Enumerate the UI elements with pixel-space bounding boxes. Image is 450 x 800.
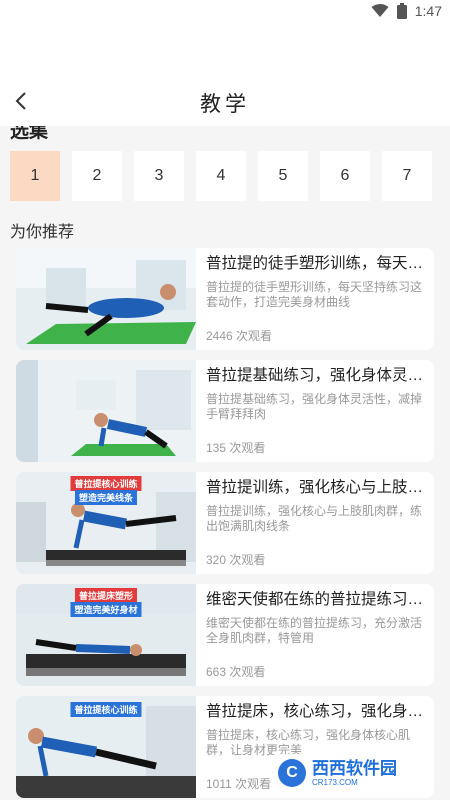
video-description: 普拉提基础练习，强化身体灵活性，减掉手臂拜拜肉 <box>206 392 423 421</box>
video-thumbnail: 普拉提床塑形 塑造完美好身材 <box>16 584 196 686</box>
video-title: 普拉提床，核心练习，强化身… <box>206 703 424 720</box>
video-title: 普拉提基础练习，强化身体灵… <box>206 367 424 384</box>
video-thumbnail <box>16 248 196 350</box>
watermark-logo: C <box>278 759 306 787</box>
episode-button[interactable]: 4 <box>196 151 246 201</box>
video-thumbnail <box>16 360 196 462</box>
content[interactable]: 选集 1 2 3 4 5 6 7 为你推荐 普拉提的徒手塑形训练，每天… 普拉提… <box>0 126 450 800</box>
video-description: 普拉提训练，强化核心与上肢肌肉群，练出饱满肌肉线条 <box>206 504 423 533</box>
video-list: 普拉提的徒手塑形训练，每天… 普拉提的徒手塑形训练，每天坚持练习这套动作，打造完… <box>16 248 434 800</box>
episode-button[interactable]: 1 <box>10 151 60 201</box>
header: 教学 <box>0 80 450 124</box>
video-card[interactable]: 普拉提核心训练 塑造完美线条 普拉提训练，强化核心与上肢… 普拉提训练，强化核心… <box>16 472 434 574</box>
watermark: C 西西软件园 CR173.COM <box>272 754 432 792</box>
video-title: 普拉提的徒手塑形训练，每天… <box>206 255 424 272</box>
video-title: 普拉提训练，强化核心与上肢… <box>206 479 424 496</box>
battery-icon <box>396 3 407 19</box>
episode-button[interactable]: 2 <box>72 151 122 201</box>
recommend-title: 为你推荐 <box>10 224 75 241</box>
thumbnail-caption: 普拉提核心训练 <box>70 476 142 491</box>
episode-selector: 1 2 3 4 5 6 7 <box>10 151 432 201</box>
view-count: 135 次观看 <box>206 441 266 455</box>
page-title: 教学 <box>200 93 250 116</box>
thumbnail-caption: 塑造完美好身材 <box>70 602 142 617</box>
video-thumbnail: 普拉提核心训练 塑造完美线条 <box>16 472 196 574</box>
episode-button[interactable]: 3 <box>134 151 184 201</box>
status-time: 1:47 <box>414 3 442 19</box>
wifi-icon <box>371 4 389 18</box>
video-card[interactable]: 普拉提床塑形 塑造完美好身材 维密天使都在练的普拉提练习… 维密天使都在练的普拉… <box>16 584 434 686</box>
video-card[interactable]: 普拉提的徒手塑形训练，每天… 普拉提的徒手塑形训练，每天坚持练习这套动作，打造完… <box>16 248 434 350</box>
video-title: 维密天使都在练的普拉提练习… <box>206 591 424 608</box>
status-bar: 1:47 <box>0 0 450 26</box>
video-card[interactable]: 普拉提基础练习，强化身体灵… 普拉提基础练习，强化身体灵活性，减掉手臂拜拜肉 1… <box>16 360 434 462</box>
view-count: 2446 次观看 <box>206 329 273 343</box>
view-count: 663 次观看 <box>206 665 266 679</box>
video-description: 维密天使都在练的普拉提练习，充分激活全身肌肉群，特管用 <box>206 616 423 645</box>
view-count: 1011 次观看 <box>206 777 272 791</box>
episodes-title: 选集 <box>10 126 49 142</box>
watermark-name: 西西软件园 <box>312 758 397 778</box>
thumbnail-caption: 塑造完美线条 <box>74 490 138 505</box>
episode-button[interactable]: 5 <box>258 151 308 201</box>
video-description: 普拉提的徒手塑形训练，每天坚持练习这套动作，打造完美身材曲线 <box>206 280 423 309</box>
watermark-site: CR173.COM <box>312 777 358 787</box>
episode-button[interactable]: 6 <box>320 151 370 201</box>
view-count: 320 次观看 <box>206 553 266 567</box>
thumbnail-caption: 普拉提核心训练 <box>70 702 142 717</box>
thumbnail-caption: 普拉提床塑形 <box>74 588 138 603</box>
video-thumbnail: 普拉提核心训练 <box>16 696 196 798</box>
episode-button[interactable]: 7 <box>382 151 432 201</box>
